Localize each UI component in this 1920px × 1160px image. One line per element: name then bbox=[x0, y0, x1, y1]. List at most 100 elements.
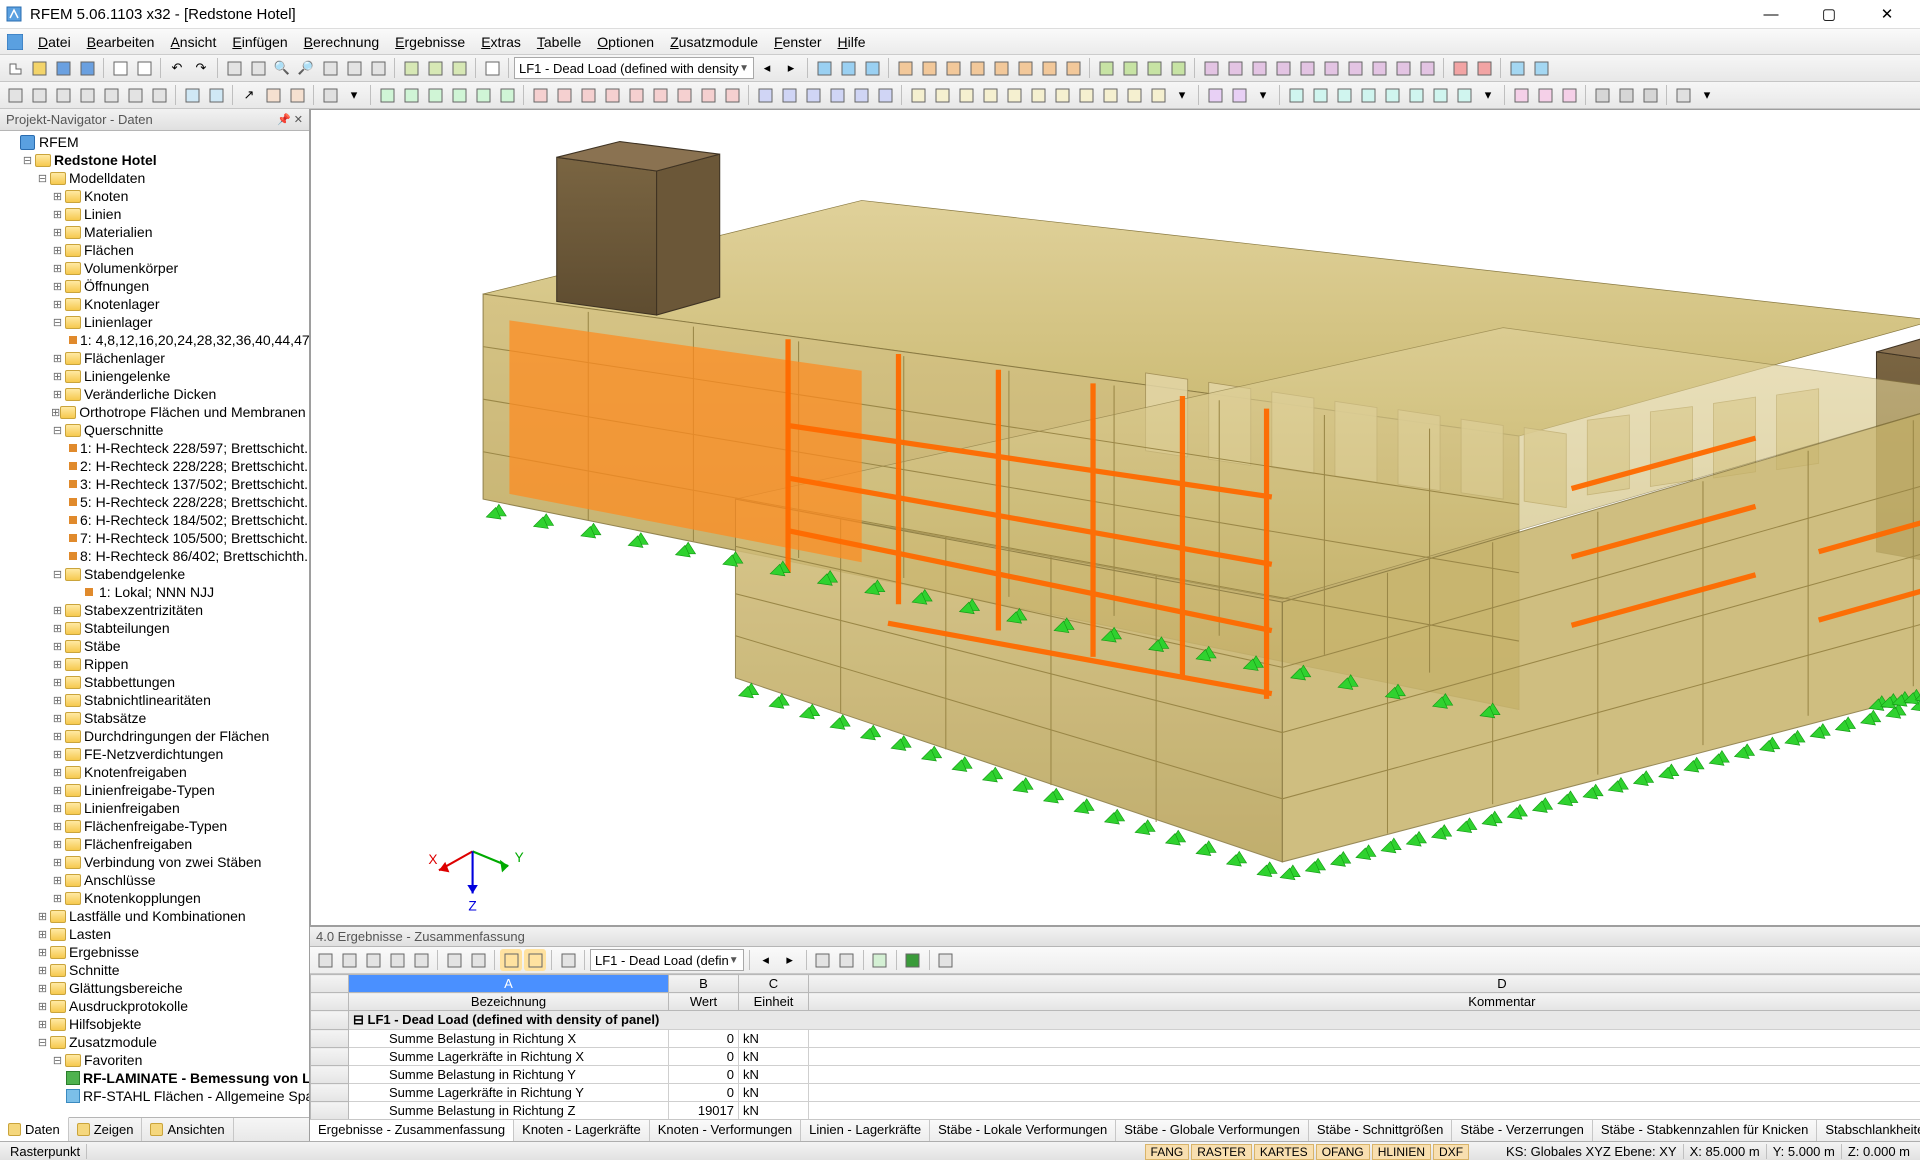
tree-item[interactable]: ⊞Flächenfreigabe-Typen bbox=[2, 817, 309, 835]
toolbar-button[interactable] bbox=[4, 84, 26, 106]
toolbar-button[interactable] bbox=[553, 84, 575, 106]
tree-item[interactable]: ⊞Hilfsobjekte bbox=[2, 1015, 309, 1033]
toolbar-button[interactable]: ▾ bbox=[1696, 84, 1718, 106]
toolbar-button[interactable] bbox=[836, 949, 858, 971]
toolbar-button[interactable] bbox=[314, 949, 336, 971]
toolbar-button[interactable] bbox=[76, 84, 98, 106]
toolbar-button[interactable]: ▾ bbox=[1252, 84, 1274, 106]
toolbar-button[interactable] bbox=[1285, 84, 1307, 106]
tree-item[interactable]: ⊟Stabendgelenke bbox=[2, 565, 309, 583]
print-icon[interactable] bbox=[109, 57, 131, 79]
toolbar-button[interactable] bbox=[362, 949, 384, 971]
results-tab[interactable]: Stäbe - Globale Verformungen bbox=[1116, 1120, 1309, 1141]
toolbar-combo[interactable]: LF1 - Dead Load (defined with density▼ bbox=[514, 57, 754, 79]
toolbar-button[interactable] bbox=[496, 84, 518, 106]
tree-item[interactable]: ⊞Volumenkörper bbox=[2, 259, 309, 277]
toolbar-button[interactable] bbox=[1357, 84, 1379, 106]
excel-icon[interactable] bbox=[902, 949, 924, 971]
toolbar-button[interactable] bbox=[1615, 84, 1637, 106]
result-row[interactable]: Summe Belastung in Richtung X0kN bbox=[311, 1030, 1920, 1048]
result-row[interactable]: Summe Belastung in Richtung Y0kN bbox=[311, 1066, 1920, 1084]
toolbar-button[interactable] bbox=[778, 84, 800, 106]
save-icon[interactable] bbox=[52, 57, 74, 79]
status-toggle-raster[interactable]: RASTER bbox=[1191, 1144, 1252, 1160]
toolbar-button[interactable] bbox=[52, 84, 74, 106]
new-icon[interactable] bbox=[4, 57, 26, 79]
hdr-bez[interactable]: Bezeichnung bbox=[349, 993, 669, 1011]
toolbar-button[interactable] bbox=[1051, 84, 1073, 106]
tree-item[interactable]: 8: H-Rechteck 86/402; Brettschichth... bbox=[2, 547, 309, 565]
tree-item[interactable]: ⊞Flächenlager bbox=[2, 349, 309, 367]
tree-item[interactable]: ⊞Ausdruckprotokolle bbox=[2, 997, 309, 1015]
tree-item[interactable]: RF-STAHL Flächen - Allgemeine Spann... bbox=[2, 1087, 309, 1105]
toolbar-button[interactable] bbox=[1248, 57, 1270, 79]
tree-item[interactable]: ⊞Flächenfreigaben bbox=[2, 835, 309, 853]
toolbar-button[interactable] bbox=[557, 949, 579, 971]
toolbar-button[interactable] bbox=[448, 84, 470, 106]
toolbar-button[interactable] bbox=[319, 57, 341, 79]
toolbar-button[interactable]: ▾ bbox=[1171, 84, 1193, 106]
toolbar-button[interactable] bbox=[721, 84, 743, 106]
toolbar-button[interactable] bbox=[1003, 84, 1025, 106]
toolbar-button[interactable] bbox=[386, 949, 408, 971]
tree-item[interactable]: ⊞Stäbe bbox=[2, 637, 309, 655]
toolbar-button[interactable] bbox=[935, 949, 957, 971]
toolbar-button[interactable] bbox=[1333, 84, 1355, 106]
undo-icon[interactable]: ↶ bbox=[166, 57, 188, 79]
toolbar-button[interactable] bbox=[1038, 57, 1060, 79]
tree-item[interactable]: ⊞Lastfälle und Kombinationen bbox=[2, 907, 309, 925]
toolbar-button[interactable] bbox=[955, 84, 977, 106]
results-tab[interactable]: Stäbe - Schnittgrößen bbox=[1309, 1120, 1452, 1141]
open-icon[interactable] bbox=[28, 57, 50, 79]
toolbar-button[interactable] bbox=[697, 84, 719, 106]
toolbar-button[interactable] bbox=[1405, 84, 1427, 106]
zoom-icon[interactable]: 🔍 bbox=[271, 57, 293, 79]
toolbar-button[interactable] bbox=[529, 84, 551, 106]
results-tab[interactable]: Stabschlankheiten bbox=[1817, 1120, 1920, 1141]
status-toggle-fang[interactable]: FANG bbox=[1145, 1144, 1190, 1160]
toolbar-button[interactable] bbox=[481, 57, 503, 79]
results-tab[interactable]: Knoten - Lagerkräfte bbox=[514, 1120, 650, 1141]
toolbar-button[interactable] bbox=[400, 57, 422, 79]
tree-item[interactable]: ⊞Knotenlager bbox=[2, 295, 309, 313]
menu-tabelle[interactable]: Tabelle bbox=[529, 32, 589, 52]
tree-item[interactable]: ⊞Knoten bbox=[2, 187, 309, 205]
tree-item[interactable]: ⊞Öffnungen bbox=[2, 277, 309, 295]
tree-item[interactable]: ⊞Stabbettungen bbox=[2, 673, 309, 691]
toolbar-button[interactable] bbox=[1014, 57, 1036, 79]
tree-item[interactable]: ⊞Knotenfreigaben bbox=[2, 763, 309, 781]
toolbar-button[interactable] bbox=[1224, 57, 1246, 79]
tree-item[interactable]: ⊞Durchdringungen der Flächen bbox=[2, 727, 309, 745]
results-tab[interactable]: Stäbe - Lokale Verformungen bbox=[930, 1120, 1116, 1141]
menu-extras[interactable]: Extras bbox=[473, 32, 529, 52]
toolbar-button[interactable] bbox=[1320, 57, 1342, 79]
nav-tab-ansichten[interactable]: Ansichten bbox=[142, 1118, 233, 1141]
toolbar-button[interactable] bbox=[376, 84, 398, 106]
toolbar-button[interactable] bbox=[205, 84, 227, 106]
result-row[interactable]: Summe Lagerkräfte in Richtung X0kN bbox=[311, 1048, 1920, 1066]
toolbar-button[interactable] bbox=[1591, 84, 1613, 106]
tree-item[interactable]: ⊞Orthotrope Flächen und Membranen bbox=[2, 403, 309, 421]
toolbar-button[interactable] bbox=[979, 84, 1001, 106]
toolbar-button[interactable]: ▾ bbox=[343, 84, 365, 106]
tree-item[interactable]: ⊞FE-Netzverdichtungen bbox=[2, 745, 309, 763]
toolbar-button[interactable] bbox=[850, 84, 872, 106]
navigator-tree[interactable]: RFEM⊟Redstone Hotel⊟Modelldaten⊞Knoten⊞L… bbox=[0, 131, 309, 1117]
toolbar-button[interactable] bbox=[1309, 84, 1331, 106]
toolbar-button[interactable] bbox=[1381, 84, 1403, 106]
tree-item[interactable]: ⊟Favoriten bbox=[2, 1051, 309, 1069]
col-c[interactable]: C bbox=[739, 975, 809, 993]
next-icon[interactable]: ▸ bbox=[779, 949, 801, 971]
toolbar-button[interactable] bbox=[28, 84, 50, 106]
menu-bearbeiten[interactable]: Bearbeiten bbox=[79, 32, 163, 52]
maximize-button[interactable]: ▢ bbox=[1800, 0, 1858, 29]
pin-icon[interactable]: 📌 ✕ bbox=[277, 113, 303, 126]
nav-tab-daten[interactable]: Daten bbox=[0, 1117, 69, 1141]
toolbar-button[interactable] bbox=[649, 84, 671, 106]
tree-item[interactable]: ⊞Veränderliche Dicken bbox=[2, 385, 309, 403]
toolbar-button[interactable] bbox=[319, 84, 341, 106]
toolbar-button[interactable] bbox=[625, 84, 647, 106]
toolbar-button[interactable] bbox=[367, 57, 389, 79]
toolbar-button[interactable] bbox=[907, 84, 929, 106]
tree-item[interactable]: ⊞Linienfreigabe-Typen bbox=[2, 781, 309, 799]
